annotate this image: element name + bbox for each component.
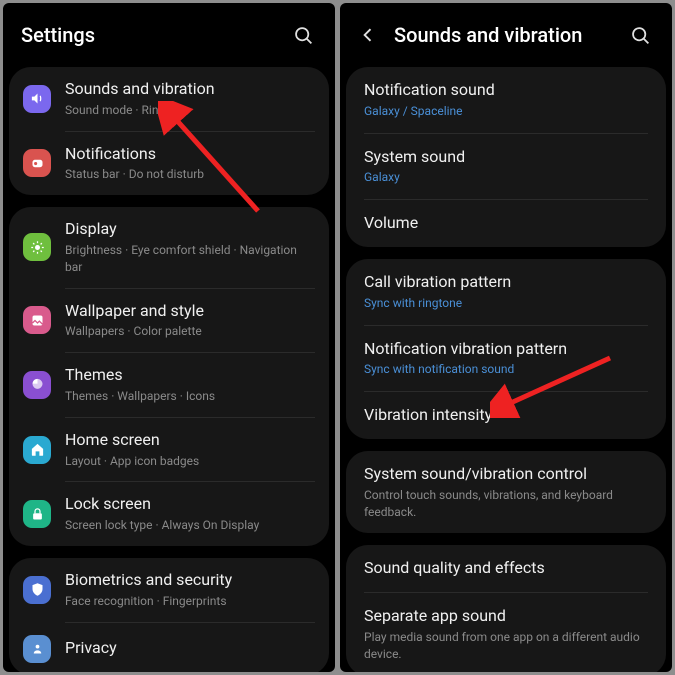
biometrics-item[interactable]: Biometrics and security Face recognition…	[9, 558, 329, 622]
item-title: Sounds and vibration	[65, 79, 315, 100]
settings-group: Sound quality and effects Separate app s…	[346, 545, 666, 672]
sounds-list: Notification sound Galaxy / Spaceline Sy…	[340, 67, 672, 672]
separate-app-sound-item[interactable]: Separate app sound Play media sound from…	[346, 593, 666, 672]
item-title: Volume	[364, 213, 648, 234]
item-subtitle: Sync with notification sound	[364, 361, 648, 378]
item-title: Themes	[65, 365, 315, 386]
lock-icon	[23, 500, 51, 528]
item-subtitle: Brightness · Eye comfort shield · Naviga…	[65, 242, 315, 276]
item-title: Biometrics and security	[65, 570, 315, 591]
item-subtitle: Screen lock type · Always On Display	[65, 517, 315, 534]
home-icon	[23, 436, 51, 464]
settings-group: Sounds and vibration Sound mode · Ringto…	[9, 67, 329, 195]
search-icon	[293, 25, 314, 46]
item-title: System sound	[364, 147, 648, 168]
notification-sound-item[interactable]: Notification sound Galaxy / Spaceline	[346, 67, 666, 133]
sounds-vibration-item[interactable]: Sounds and vibration Sound mode · Ringto…	[9, 67, 329, 131]
speaker-icon	[23, 85, 51, 113]
display-item[interactable]: Display Brightness · Eye comfort shield …	[9, 207, 329, 287]
privacy-item[interactable]: Privacy	[9, 623, 329, 672]
item-subtitle: Galaxy / Spaceline	[364, 103, 648, 120]
themes-item[interactable]: Themes Themes · Wallpapers · Icons	[9, 353, 329, 417]
chevron-left-icon	[358, 25, 378, 45]
item-subtitle: Layout · App icon badges	[65, 453, 315, 470]
wallpaper-icon	[23, 306, 51, 334]
page-title: Settings	[21, 23, 289, 47]
item-title: Wallpaper and style	[65, 301, 315, 322]
privacy-icon	[23, 635, 51, 663]
item-title: Display	[65, 219, 315, 240]
settings-list: Sounds and vibration Sound mode · Ringto…	[3, 67, 335, 672]
item-subtitle: Sync with ringtone	[364, 295, 648, 312]
volume-item[interactable]: Volume	[346, 200, 666, 247]
sounds-header: Sounds and vibration	[340, 3, 672, 67]
search-button[interactable]	[289, 21, 317, 49]
search-icon	[630, 25, 651, 46]
item-title: Separate app sound	[364, 606, 648, 627]
bell-icon	[23, 149, 51, 177]
homescreen-item[interactable]: Home screen Layout · App icon badges	[9, 418, 329, 482]
page-title: Sounds and vibration	[394, 23, 626, 47]
settings-group: Biometrics and security Face recognition…	[9, 558, 329, 672]
system-sound-control-item[interactable]: System sound/vibration control Control t…	[346, 451, 666, 533]
settings-group: System sound/vibration control Control t…	[346, 451, 666, 533]
sounds-panel: Sounds and vibration Notification sound …	[340, 3, 672, 672]
item-subtitle: Sound mode · Ringtone	[65, 102, 315, 119]
item-title: System sound/vibration control	[364, 464, 648, 485]
system-sound-item[interactable]: System sound Galaxy	[346, 134, 666, 200]
item-subtitle: Status bar · Do not disturb	[65, 166, 315, 183]
item-subtitle: Play media sound from one app on a diffe…	[364, 629, 648, 663]
item-title: Lock screen	[65, 494, 315, 515]
settings-group: Notification sound Galaxy / Spaceline Sy…	[346, 67, 666, 247]
item-subtitle: Wallpapers · Color palette	[65, 323, 315, 340]
item-title: Notifications	[65, 144, 315, 165]
settings-panel: Settings Sounds and vibration Sound mode…	[3, 3, 335, 672]
item-title: Privacy	[65, 638, 315, 659]
wallpaper-item[interactable]: Wallpaper and style Wallpapers · Color p…	[9, 289, 329, 353]
sound-quality-item[interactable]: Sound quality and effects	[346, 545, 666, 592]
vibration-intensity-item[interactable]: Vibration intensity	[346, 392, 666, 439]
item-title: Home screen	[65, 430, 315, 451]
lockscreen-item[interactable]: Lock screen Screen lock type · Always On…	[9, 482, 329, 546]
settings-group: Call vibration pattern Sync with rington…	[346, 259, 666, 439]
notification-vibration-item[interactable]: Notification vibration pattern Sync with…	[346, 326, 666, 392]
settings-header: Settings	[3, 3, 335, 67]
item-subtitle: Themes · Wallpapers · Icons	[65, 388, 315, 405]
shield-icon	[23, 576, 51, 604]
sun-icon	[23, 233, 51, 261]
item-title: Call vibration pattern	[364, 272, 648, 293]
back-button[interactable]	[358, 25, 378, 45]
call-vibration-item[interactable]: Call vibration pattern Sync with rington…	[346, 259, 666, 325]
item-title: Notification vibration pattern	[364, 339, 648, 360]
item-subtitle: Galaxy	[364, 169, 648, 186]
notifications-item[interactable]: Notifications Status bar · Do not distur…	[9, 132, 329, 196]
item-subtitle: Control touch sounds, vibrations, and ke…	[364, 487, 648, 521]
item-title: Sound quality and effects	[364, 558, 648, 579]
item-subtitle: Face recognition · Fingerprints	[65, 593, 315, 610]
settings-group: Display Brightness · Eye comfort shield …	[9, 207, 329, 546]
themes-icon	[23, 371, 51, 399]
search-button[interactable]	[626, 21, 654, 49]
item-title: Notification sound	[364, 80, 648, 101]
item-title: Vibration intensity	[364, 405, 648, 426]
